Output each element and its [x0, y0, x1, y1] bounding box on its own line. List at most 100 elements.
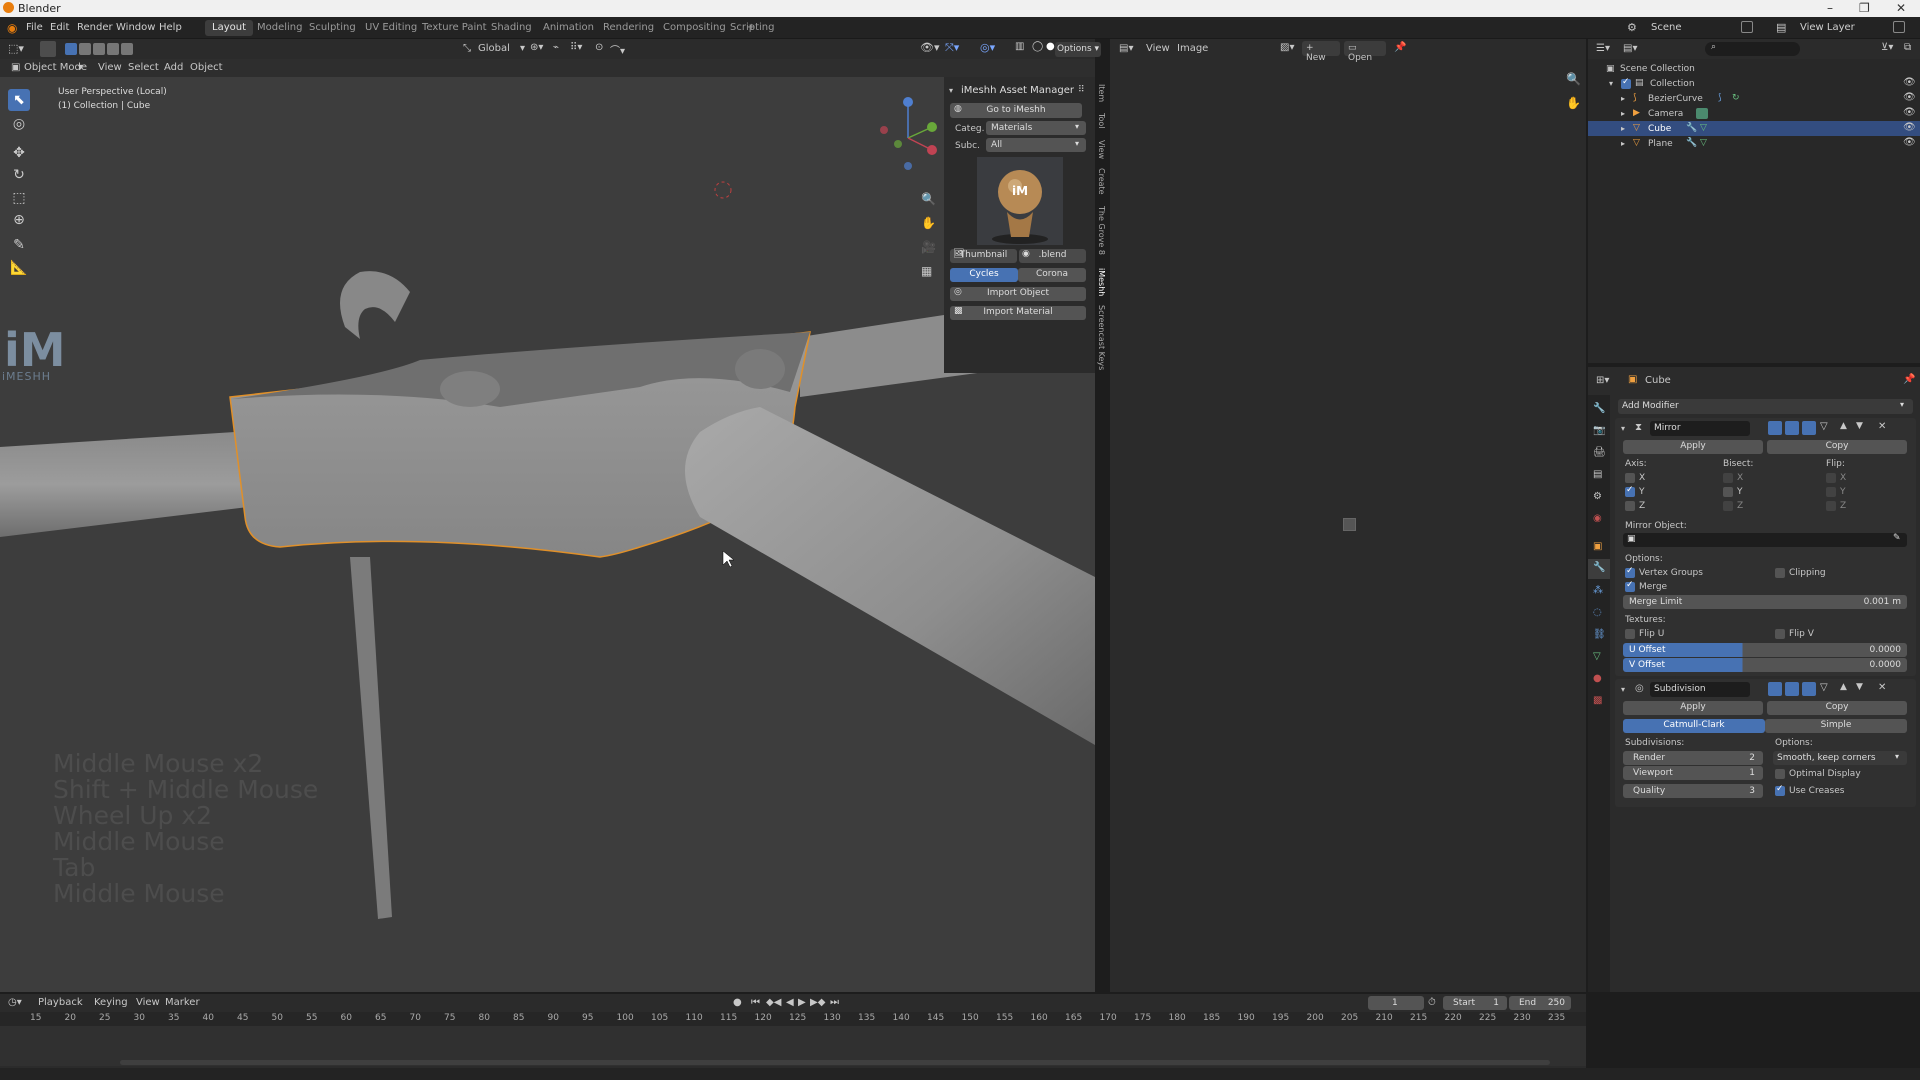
expand-icon[interactable]: ▸ — [1621, 94, 1625, 103]
visibility-eye-icon[interactable]: 👁 — [1903, 92, 1916, 103]
corona-button[interactable]: Corona — [1018, 268, 1086, 282]
select-mode-subtract-icon[interactable] — [93, 43, 105, 55]
view-object-types-icon[interactable]: 👁▾ — [920, 41, 940, 54]
sidebar-tab-create[interactable]: Create — [1097, 168, 1106, 195]
editor-type-icon[interactable]: ◷▾ — [8, 997, 22, 1008]
modifier-tab-icon[interactable]: 🔧 — [1593, 562, 1605, 573]
next-keyframe-icon[interactable]: ▶◆ — [810, 997, 825, 1008]
menu-edit[interactable]: Edit — [50, 22, 69, 33]
properties-editor[interactable]: ⊞▾ ▣ Cube 📌 🔧 📷 🖨 ▤ ⚙ ◉ ▣ 🔧 ⁂ ◌ ⛓ ▽ ● ▩ … — [1588, 367, 1920, 992]
import-object-button[interactable]: ◎ Import Object — [950, 287, 1086, 301]
constraints-tab-icon[interactable]: ⛓ — [1593, 629, 1606, 640]
mirror-object-field[interactable]: ▣ ✎ — [1623, 533, 1907, 547]
image-menu-view[interactable]: View — [1146, 43, 1170, 54]
tab-shading[interactable]: Shading — [484, 20, 539, 36]
expand-icon[interactable]: ▾ — [1609, 79, 1613, 88]
outliner-item-collection[interactable]: Collection — [1650, 79, 1695, 89]
sidebar-tab-screencast-keys[interactable]: Screencast Keys — [1097, 305, 1106, 370]
transform-tool-icon[interactable]: ⊕ — [8, 209, 30, 231]
eyedropper-icon[interactable]: ✎ — [1893, 533, 1901, 543]
quality-field[interactable]: Quality 3 — [1623, 784, 1763, 798]
image-browse-icon[interactable]: ▨▾ — [1280, 42, 1294, 53]
play-icon[interactable]: ▶ — [798, 997, 806, 1008]
move-up-icon[interactable]: ▲ — [1840, 682, 1847, 692]
menu-window[interactable]: Window — [116, 22, 155, 33]
render-toggle-icon[interactable] — [1802, 682, 1816, 696]
flip-v-checkbox[interactable] — [1775, 629, 1785, 639]
tool-tab-icon[interactable]: 🔧 — [1593, 403, 1605, 414]
menu-render[interactable]: Render — [77, 22, 113, 33]
flip-y-checkbox[interactable] — [1826, 487, 1836, 497]
scale-tool-icon[interactable]: ⬚ — [8, 187, 30, 209]
optimal-display-checkbox[interactable] — [1775, 769, 1785, 779]
add-workspace-button[interactable]: + — [740, 20, 762, 36]
tab-sculpting[interactable]: Sculpting — [302, 20, 363, 36]
overlay-icon[interactable]: ◎▾ — [980, 41, 995, 54]
catmull-clark-button[interactable]: Catmull-Clark — [1623, 719, 1765, 733]
jump-end-icon[interactable]: ⏭ — [830, 997, 839, 1008]
scene-collection-label[interactable]: Scene Collection — [1620, 64, 1695, 74]
remove-modifier-icon[interactable]: ✕ — [1878, 421, 1886, 432]
record-icon[interactable]: ● — [733, 997, 742, 1008]
sidebar-tab-imeshh[interactable]: iMeshh — [1097, 268, 1106, 296]
shading-solid-icon[interactable]: ● — [1046, 41, 1055, 52]
editor-type-icon[interactable]: ⬚▾ — [8, 42, 24, 55]
options-dropdown[interactable]: Options ▾ — [1055, 42, 1101, 57]
output-tab-icon[interactable]: 🖨 — [1593, 447, 1606, 458]
mirror-apply-button[interactable]: Apply — [1623, 440, 1763, 454]
sidebar-tab-the-grove[interactable]: The Grove 8 — [1097, 206, 1106, 255]
axis-z-checkbox[interactable] — [1625, 501, 1635, 511]
new-view-layer-icon[interactable] — [1893, 21, 1905, 33]
blender-menu-icon[interactable]: ◉ — [7, 21, 17, 35]
select-mode-intersect-icon[interactable] — [121, 43, 133, 55]
sidebar-tab-item[interactable]: Item — [1097, 84, 1106, 102]
select-box-icon[interactable] — [40, 41, 56, 57]
rotate-tool-icon[interactable]: ↻ — [8, 164, 30, 186]
menu-file[interactable]: File — [26, 22, 43, 33]
timeline-menu-view[interactable]: View — [136, 997, 160, 1008]
select-mode-invert-icon[interactable] — [107, 43, 119, 55]
outliner[interactable]: ☰▾ ▤▾ ⌕ ⊻▾ ⧉ ▣ Scene Collection ▾ ▤ Coll… — [1588, 39, 1920, 363]
menu-help[interactable]: Help — [159, 22, 182, 33]
move-down-icon[interactable]: ▼ — [1856, 682, 1863, 692]
category-dropdown[interactable]: Materials ▾ — [986, 121, 1086, 135]
cycles-button[interactable]: Cycles — [950, 268, 1018, 282]
simple-button[interactable]: Simple — [1765, 719, 1907, 733]
use-creases-checkbox[interactable] — [1775, 784, 1785, 796]
navigation-gizmo[interactable] — [875, 86, 945, 186]
uv-smooth-dropdown[interactable]: Smooth, keep corners ▾ — [1773, 751, 1907, 765]
move-down-icon[interactable]: ▼ — [1856, 421, 1863, 431]
close-icon[interactable]: ✕ — [1896, 1, 1906, 15]
axis-gizmo[interactable] — [875, 86, 945, 186]
restore-icon[interactable]: ❐ — [1859, 1, 1870, 15]
snap-icon[interactable]: ⌁ — [553, 42, 559, 53]
panel-collapse-icon[interactable]: ▾ — [949, 86, 953, 95]
end-frame-field[interactable]: End 250 — [1509, 996, 1571, 1010]
clipping-checkbox[interactable] — [1775, 568, 1785, 578]
xray-icon[interactable]: ▥ — [1015, 41, 1024, 52]
viewport-menu-object[interactable]: Object — [190, 62, 223, 73]
blend-button[interactable]: ◉ .blend — [1019, 249, 1086, 263]
outliner-item-cube[interactable]: Cube — [1648, 124, 1671, 134]
axis-y-checkbox[interactable] — [1625, 485, 1635, 497]
tab-animation[interactable]: Animation — [536, 20, 601, 36]
orientation-dropdown[interactable]: Global — [478, 43, 510, 54]
new-collection-icon[interactable]: ⧉ — [1904, 42, 1911, 53]
outliner-item-beziercurve[interactable]: BezierCurve — [1648, 94, 1703, 104]
new-scene-icon[interactable] — [1741, 21, 1753, 33]
subdivision-apply-button[interactable]: Apply — [1623, 701, 1763, 715]
merge-checkbox[interactable] — [1625, 580, 1635, 592]
shading-wire-icon[interactable]: ◯ — [1032, 41, 1043, 52]
bisect-y-checkbox[interactable] — [1723, 487, 1733, 497]
pivot-icon[interactable]: ⊛▾ — [530, 42, 543, 53]
timeline-menu-marker[interactable]: Marker — [165, 997, 200, 1008]
filter-icon[interactable]: ⊻▾ — [1881, 42, 1893, 53]
world-tab-icon[interactable]: ◉ — [1593, 513, 1602, 524]
timeline-ruler[interactable]: 15 20 25 30 35 40 45 50 55 60 65 70 75 80 85 90 95 100 105… — [0, 1012, 1586, 1026]
3d-viewport[interactable]: ⬚▾ ⤡ Global ▾ ⊛▾ ⌁ ⠿▾ ⊙ ⌒▾ ▣ Object Mode… — [0, 39, 1095, 992]
pin-icon[interactable]: 📌 — [1903, 374, 1915, 385]
viewport-menu-add[interactable]: Add — [164, 62, 183, 73]
sidebar-tab-tool[interactable]: Tool — [1097, 113, 1106, 129]
flip-z-checkbox[interactable] — [1826, 501, 1836, 511]
edit-mode-toggle-icon[interactable] — [1768, 421, 1782, 435]
